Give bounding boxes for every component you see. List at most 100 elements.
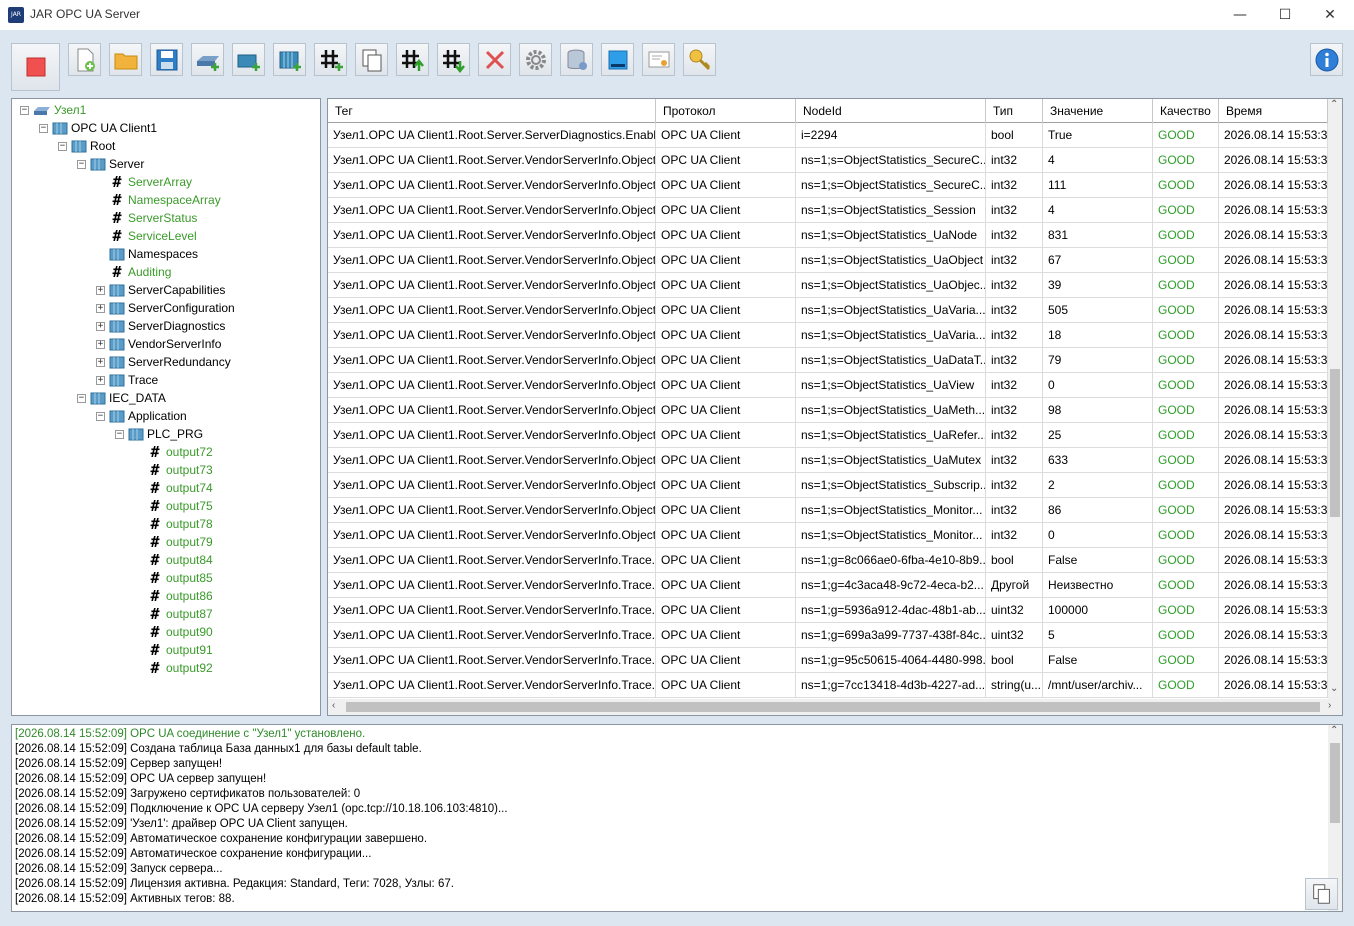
tree-node[interactable]: # Auditing (109, 263, 171, 281)
tree-node[interactable]: # output79 (147, 533, 212, 551)
add-tag-button[interactable] (314, 43, 347, 76)
table-row[interactable]: Узел1.OPC UA Client1.Root.Server.VendorS… (328, 623, 1328, 648)
tree-node[interactable]: # NamespaceArray (109, 191, 220, 209)
horizontal-scrollbar[interactable]: ‹ › (328, 699, 1342, 715)
tree-node[interactable]: Namespaces (109, 245, 198, 263)
collapse-icon[interactable]: − (96, 411, 105, 421)
license-key-button[interactable] (683, 43, 716, 76)
tree-node[interactable]: # output86 (147, 587, 212, 605)
table-row[interactable]: Узел1.OPC UA Client1.Root.Server.VendorS… (328, 573, 1328, 598)
column-header[interactable]: NodeId (796, 99, 986, 123)
tag-table[interactable]: Тег Протокол NodeId Тип Значение Качество Врем… (327, 98, 1343, 716)
scroll-down-icon[interactable]: ⌄ (1330, 683, 1338, 694)
tree-node[interactable]: + ServerDiagnostics (96, 317, 225, 335)
collapse-icon[interactable]: − (115, 429, 124, 439)
table-row[interactable]: Узел1.OPC UA Client1.Root.Server.VendorS… (328, 298, 1328, 323)
log-scroll-thumb[interactable] (1330, 743, 1340, 823)
tree-node[interactable]: + Trace (96, 371, 158, 389)
node-tree[interactable]: − Узел1− OPC UA Client1− Root − Server # Server… (11, 98, 321, 716)
database-button[interactable] (560, 43, 593, 76)
add-device-button[interactable] (232, 43, 265, 76)
table-row[interactable]: Узел1.OPC UA Client1.Root.Server.VendorS… (328, 173, 1328, 198)
tree-node[interactable]: # output84 (147, 551, 212, 569)
about-button[interactable] (1310, 43, 1343, 76)
tree-node[interactable]: + ServerRedundancy (96, 353, 231, 371)
settings-button[interactable] (519, 43, 552, 76)
table-row[interactable]: Узел1.OPC UA Client1.Root.Server.VendorS… (328, 498, 1328, 523)
table-row[interactable]: Узел1.OPC UA Client1.Root.Server.VendorS… (328, 523, 1328, 548)
column-header[interactable]: Значение (1043, 99, 1153, 123)
expand-icon[interactable]: + (96, 375, 105, 385)
tree-node[interactable]: − Application (96, 407, 187, 425)
add-node-button[interactable] (191, 43, 224, 76)
table-row[interactable]: Узел1.OPC UA Client1.Root.Server.VendorS… (328, 273, 1328, 298)
table-row[interactable]: Узел1.OPC UA Client1.Root.Server.VendorS… (328, 198, 1328, 223)
table-row[interactable]: Узел1.OPC UA Client1.Root.Server.VendorS… (328, 473, 1328, 498)
tree-node[interactable]: − Server (77, 155, 144, 173)
column-header[interactable]: Тип (986, 99, 1043, 123)
move-up-button[interactable] (396, 43, 429, 76)
table-row[interactable]: Узел1.OPC UA Client1.Root.Server.VendorS… (328, 548, 1328, 573)
copy-tag-button[interactable] (355, 43, 388, 76)
collapse-icon[interactable]: − (39, 123, 48, 133)
horizontal-scroll-thumb[interactable] (346, 702, 1320, 712)
tree-node[interactable]: # output87 (147, 605, 212, 623)
tree-node[interactable]: # output91 (147, 641, 212, 659)
tree-node[interactable]: # output92 (147, 659, 212, 677)
minimize-button[interactable]: — (1218, 0, 1262, 30)
column-header[interactable]: Тег (328, 99, 656, 123)
log-panel[interactable]: [2026.08.14 15:52:09] OPC UA соединение … (11, 724, 1343, 912)
table-row[interactable]: Узел1.OPC UA Client1.Root.Server.VendorS… (328, 148, 1328, 173)
scroll-right-icon[interactable]: › (1328, 700, 1331, 711)
close-button[interactable]: ✕ (1308, 0, 1352, 30)
tree-node[interactable]: − PLC_PRG (115, 425, 203, 443)
expand-icon[interactable]: + (96, 285, 105, 295)
column-header[interactable]: Качество (1153, 99, 1219, 123)
expand-icon[interactable]: + (96, 303, 105, 313)
tree-node[interactable]: # output74 (147, 479, 212, 497)
table-row[interactable]: Узел1.OPC UA Client1.Root.Server.VendorS… (328, 398, 1328, 423)
table-row[interactable]: Узел1.OPC UA Client1.Root.Server.VendorS… (328, 423, 1328, 448)
collapse-icon[interactable]: − (58, 141, 67, 151)
collapse-icon[interactable]: − (20, 105, 29, 115)
collapse-icon[interactable]: − (77, 159, 86, 169)
new-config-button[interactable] (68, 43, 101, 76)
expand-icon[interactable]: + (96, 357, 105, 367)
table-row[interactable]: Узел1.OPC UA Client1.Root.Server.VendorS… (328, 348, 1328, 373)
tree-node[interactable]: # ServerArray (109, 173, 192, 191)
column-header[interactable]: Протокол (656, 99, 796, 123)
vertical-scrollbar[interactable]: ⌃ ⌄ (1328, 99, 1342, 699)
stop-server-button[interactable] (11, 43, 60, 91)
vertical-scroll-thumb[interactable] (1330, 369, 1340, 517)
save-config-button[interactable] (150, 43, 183, 76)
expand-icon[interactable]: + (96, 321, 105, 331)
maximize-button[interactable]: ☐ (1263, 0, 1307, 30)
table-row[interactable]: Узел1.OPC UA Client1.Root.Server.VendorS… (328, 598, 1328, 623)
collapse-icon[interactable]: − (77, 393, 86, 403)
table-row[interactable]: Узел1.OPC UA Client1.Root.Server.VendorS… (328, 373, 1328, 398)
tree-node[interactable]: # output72 (147, 443, 212, 461)
scroll-left-icon[interactable]: ‹ (332, 700, 335, 711)
log-scroll-up-icon[interactable]: ⌃ (1330, 725, 1338, 736)
table-row[interactable]: Узел1.OPC UA Client1.Root.Server.VendorS… (328, 648, 1328, 673)
tree-node[interactable]: − OPC UA Client1 (39, 119, 157, 137)
column-header[interactable]: Время (1219, 99, 1328, 123)
delete-button[interactable] (478, 43, 511, 76)
copy-log-button[interactable] (1305, 878, 1338, 910)
tree-node[interactable]: − IEC_DATA (77, 389, 166, 407)
table-row[interactable]: Узел1.OPC UA Client1.Root.Server.VendorS… (328, 673, 1328, 698)
table-row[interactable]: Узел1.OPC UA Client1.Root.Server.VendorS… (328, 248, 1328, 273)
open-config-button[interactable] (109, 43, 142, 76)
add-group-button[interactable] (273, 43, 306, 76)
window-button[interactable] (601, 43, 634, 76)
expand-icon[interactable]: + (96, 339, 105, 349)
tree-node[interactable]: # ServiceLevel (109, 227, 196, 245)
tree-node[interactable]: − Root (58, 137, 115, 155)
tree-node[interactable]: + ServerConfiguration (96, 299, 235, 317)
table-row[interactable]: Узел1.OPC UA Client1.Root.Server.ServerD… (328, 123, 1328, 148)
tree-node[interactable]: # output75 (147, 497, 212, 515)
tree-node[interactable]: # ServerStatus (109, 209, 197, 227)
scroll-up-icon[interactable]: ⌃ (1330, 99, 1338, 110)
tree-node[interactable]: # output73 (147, 461, 212, 479)
tree-node[interactable]: # output78 (147, 515, 212, 533)
